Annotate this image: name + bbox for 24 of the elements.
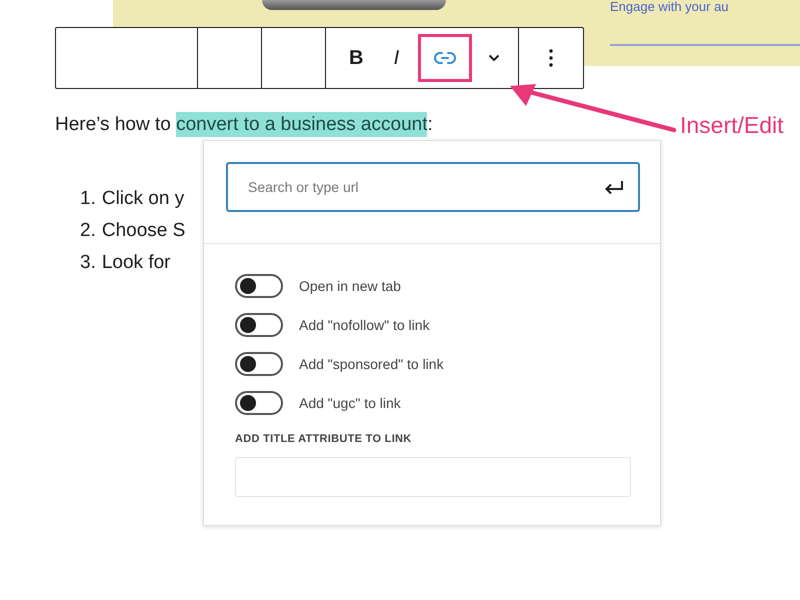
toggle-switch[interactable] bbox=[235, 274, 283, 298]
toggle-label: Add "ugc" to link bbox=[299, 394, 401, 410]
step-number: 2. bbox=[80, 220, 96, 242]
step-text: Choose S bbox=[102, 220, 186, 242]
link-icon bbox=[434, 51, 456, 65]
toggle-label: Open in new tab bbox=[299, 278, 401, 294]
card-heading: Engage with your au bbox=[610, 0, 729, 14]
step-number: 1. bbox=[80, 188, 96, 210]
title-attribute-field[interactable] bbox=[235, 457, 631, 497]
step-text: Click on y bbox=[102, 188, 184, 210]
toggle-label: Add "sponsored" to link bbox=[299, 356, 444, 372]
kebab-menu-icon bbox=[549, 49, 554, 67]
toggle-label: Add "nofollow" to link bbox=[299, 316, 430, 332]
step-number: 3. bbox=[80, 252, 96, 274]
step-text: Look for bbox=[102, 252, 171, 274]
toggle-switch[interactable] bbox=[235, 390, 283, 414]
annotation-label: Insert/Edit bbox=[680, 112, 784, 139]
url-search-field[interactable]: Search or type url bbox=[226, 162, 640, 212]
toggle-switch[interactable] bbox=[235, 352, 283, 376]
toggle-switch[interactable] bbox=[235, 312, 283, 336]
enter-icon bbox=[604, 180, 624, 194]
title-attribute-label: ADD TITLE ATTRIBUTE TO LINK bbox=[235, 433, 413, 445]
chevron-down-icon bbox=[488, 54, 500, 62]
link-button[interactable] bbox=[418, 34, 472, 82]
